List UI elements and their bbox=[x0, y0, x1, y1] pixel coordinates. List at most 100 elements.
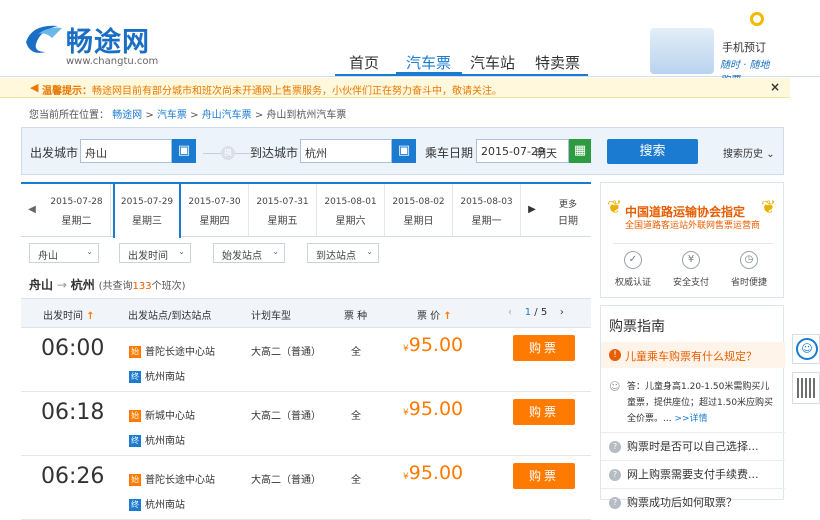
seat-type: 全 bbox=[351, 475, 361, 486]
date-tab-active[interactable]: 2015-07-29 星期三 bbox=[113, 182, 181, 238]
breadcrumb-home[interactable]: 畅途网 bbox=[112, 110, 142, 121]
search-history-dropdown[interactable]: 搜索历史 ⌄ bbox=[723, 145, 775, 160]
guide-question-active[interactable]: ! 儿童乘车购票有什么规定？ bbox=[601, 342, 785, 368]
feature-secure-pay-label: 安全支付 bbox=[672, 278, 709, 288]
guide-question-text: 网上购票需要支付手续费... bbox=[627, 468, 759, 481]
date-label: 乘车日期 bbox=[425, 146, 474, 160]
header-seat: 票 种 bbox=[344, 311, 368, 322]
next-page-icon[interactable]: › bbox=[560, 307, 564, 318]
filter-bar: 舟山 ⌄ 出发时间 ⌄ 始发站点 ⌄ 到达站点 ⌄ bbox=[21, 241, 591, 265]
breadcrumb-zhoushan[interactable]: 舟山汽车票 bbox=[202, 110, 252, 121]
nav-bus-station[interactable]: 汽车站 bbox=[470, 52, 515, 73]
table-row: 06:18 始新城中心站 终杭州南站 大高二（普通） 全 ¥95.00 购票 bbox=[21, 392, 591, 456]
date-tab[interactable]: 2015-08-02 星期日 bbox=[385, 184, 453, 236]
start-tag-icon: 始 bbox=[129, 346, 141, 358]
date-tab-week: 星期二 bbox=[61, 216, 92, 227]
date-tab[interactable]: 2015-07-30 星期四 bbox=[181, 184, 249, 236]
prev-page-icon[interactable]: ‹ bbox=[508, 307, 512, 318]
ticket-price: ¥95.00 bbox=[403, 462, 463, 484]
chevron-down-icon: ⌄ bbox=[86, 247, 93, 256]
date-tab[interactable]: 2015-07-28 星期二 bbox=[43, 184, 111, 236]
depart-station-name: 普陀长途中心站 bbox=[145, 475, 215, 486]
date-tab-week: 星期六 bbox=[335, 216, 366, 227]
route-from: 舟山 bbox=[29, 278, 54, 292]
customer-service-button[interactable]: ☺ bbox=[792, 334, 820, 364]
date-tab-week: 星期一 bbox=[471, 216, 502, 227]
date-tab-date: 2015-08-03 bbox=[460, 197, 513, 207]
guide-question[interactable]: ? 购票时是否可以自己选择... bbox=[609, 438, 759, 454]
date-tab-date: 2015-07-28 bbox=[50, 197, 103, 207]
bus-icon[interactable]: ▣ bbox=[172, 139, 196, 163]
table-row: 06:26 始普陀长途中心站 终杭州南站 大高二（普通） 全 ¥95.00 购票 bbox=[21, 456, 591, 520]
laurel-right-icon: ❦ bbox=[761, 197, 777, 218]
question-icon: ? bbox=[609, 469, 621, 481]
depart-time: 06:00 bbox=[41, 336, 105, 361]
date-tab-date: 2015-07-30 bbox=[188, 197, 241, 207]
depart-station: 始普陀长途中心站 bbox=[129, 343, 215, 358]
guide-more-link[interactable]: >>详情 bbox=[674, 414, 707, 424]
bus-type: 大高二（普通） bbox=[251, 347, 321, 358]
close-icon[interactable]: × bbox=[770, 80, 780, 94]
header-divider bbox=[0, 76, 820, 77]
swap-cities-button[interactable]: 换 bbox=[203, 146, 257, 160]
guide-answer: 答：儿童身高1.20-1.50米需购买儿童票，提供座位；超过1.50米应购买全价… bbox=[627, 379, 777, 427]
end-tag-icon: 终 bbox=[129, 499, 141, 511]
depart-station: 始新城中心站 bbox=[129, 407, 195, 422]
arrive-station-name: 杭州南站 bbox=[145, 372, 185, 383]
count-prefix: (共查询 bbox=[98, 281, 133, 292]
nav-special-offer[interactable]: 特卖票 bbox=[535, 52, 580, 73]
date-input[interactable]: 2015-07-29 明天 bbox=[476, 139, 569, 163]
qr-code-button[interactable] bbox=[792, 372, 820, 404]
guide-question[interactable]: ? 购票成功后如何取票？ bbox=[609, 494, 737, 510]
date-tabs: ◀ 2015-07-28 星期二 2015-07-29 星期三 2015-07-30… bbox=[21, 182, 591, 238]
depart-station-name: 新城中心站 bbox=[145, 411, 195, 422]
calendar-icon[interactable]: ▦ bbox=[569, 139, 591, 163]
speaker-icon: ◀ bbox=[30, 81, 39, 94]
mobile-promo[interactable]: 手机预订 随时 · 随地购票 bbox=[650, 8, 770, 86]
buy-button[interactable]: 购票 bbox=[513, 399, 575, 425]
city-filter-select[interactable]: 舟山 ⌄ bbox=[29, 243, 99, 263]
promo-line1: 手机预订 bbox=[722, 41, 766, 54]
time-filter-select[interactable]: 出发时间 ⌄ bbox=[119, 243, 191, 263]
nav-home[interactable]: 首页 bbox=[349, 52, 379, 73]
end-tag-icon: 终 bbox=[129, 435, 141, 447]
sort-up-icon: ↑ bbox=[443, 311, 452, 322]
date-tab[interactable]: 2015-07-31 星期五 bbox=[249, 184, 317, 236]
nav-bus-ticket[interactable]: 汽车票 bbox=[406, 52, 451, 73]
logo-name: 畅途网 bbox=[66, 27, 150, 58]
buy-button[interactable]: 购票 bbox=[513, 335, 575, 361]
search-button[interactable]: 搜索 bbox=[607, 139, 698, 164]
date-tab[interactable]: 2015-08-01 星期六 bbox=[317, 184, 385, 236]
table-row: 06:00 始普陀长途中心站 终杭州南站 大高二（普通） 全 ¥95.00 购票 bbox=[21, 328, 591, 392]
buy-button[interactable]: 购票 bbox=[513, 463, 575, 489]
to-city-input[interactable]: 杭州 bbox=[300, 139, 392, 163]
headset-icon: ☺ bbox=[796, 338, 818, 360]
header-price[interactable]: 票 价 ↑ bbox=[417, 307, 452, 322]
price-value: 95.00 bbox=[408, 462, 464, 484]
feature-authority-label: 权威认证 bbox=[614, 278, 651, 288]
sun-icon bbox=[750, 12, 764, 26]
breadcrumb-bus[interactable]: 汽车票 bbox=[157, 110, 187, 121]
header-time[interactable]: 出发时间 ↑ bbox=[43, 307, 95, 322]
prev-dates-arrow[interactable]: ◀ bbox=[21, 184, 43, 236]
breadcrumb-prefix: 您当前所在位置： bbox=[29, 110, 109, 121]
from-city-input[interactable]: 舟山 bbox=[80, 139, 172, 163]
depart-station-select[interactable]: 始发站点 ⌄ bbox=[213, 243, 285, 263]
pager: ‹ 1 / 5 › bbox=[508, 307, 564, 318]
ticket-guide: 购票指南 ! 儿童乘车购票有什么规定？ ☺ 答：儿童身高1.20-1.50米需购买… bbox=[600, 305, 785, 509]
next-dates-arrow[interactable]: ▶ bbox=[521, 184, 543, 236]
arrive-station: 终杭州南站 bbox=[129, 496, 185, 511]
chevron-down-icon: ⌄ bbox=[766, 149, 775, 160]
guide-question-text: 购票成功后如何取票？ bbox=[627, 496, 737, 509]
logo[interactable]: 畅途网 www.changtu.com bbox=[22, 18, 162, 68]
arrive-station-select[interactable]: 到达站点 ⌄ bbox=[307, 243, 379, 263]
guide-question[interactable]: ? 网上购票需要支付手续费... bbox=[609, 466, 759, 482]
date-tab-date: 2015-07-29 bbox=[120, 197, 174, 207]
laurel-left-icon: ❦ bbox=[607, 197, 623, 218]
guide-divider bbox=[601, 432, 785, 433]
date-tab[interactable]: 2015-08-03 星期一 bbox=[453, 184, 521, 236]
assoc-subtitle: 全国道路客运站外联网售票运营商 bbox=[625, 221, 761, 231]
bus-icon[interactable]: ▣ bbox=[392, 139, 416, 163]
more-dates-button[interactable]: 更多 日期 bbox=[545, 184, 591, 236]
depart-time: 06:26 bbox=[41, 464, 105, 489]
